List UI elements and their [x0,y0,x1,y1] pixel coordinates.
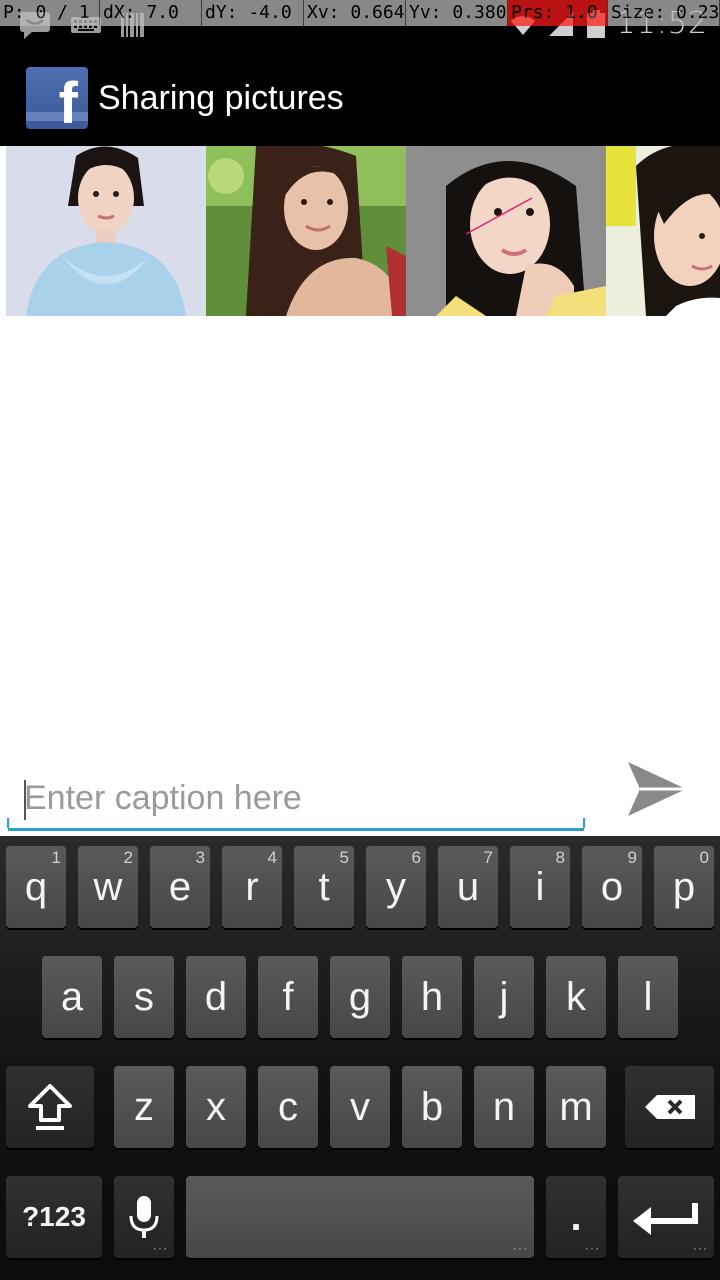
key-q[interactable]: q 1 [6,846,66,928]
key-d[interactable]: d [186,956,246,1038]
enter-key[interactable]: ··· [618,1176,714,1258]
key-y[interactable]: y 6 [366,846,426,928]
key-hint: 4 [267,848,277,867]
key-r[interactable]: r 4 [222,846,282,928]
key-hint: 5 [339,848,349,867]
key-hint: 9 [627,848,637,867]
debug-xv: Xv: 0.664 [304,0,406,26]
key-e[interactable]: e 3 [150,846,210,928]
photo-2[interactable] [206,146,406,316]
key-k[interactable]: k [546,956,606,1038]
key-o[interactable]: o 9 [582,846,642,928]
debug-dy: dY: -4.0 [202,0,304,26]
key-h[interactable]: h [402,956,462,1038]
key-c[interactable]: c [258,1066,318,1148]
key-hint: 0 [699,848,709,867]
key-hint: 3 [195,848,205,867]
key-t[interactable]: t 5 [294,846,354,928]
key-v[interactable]: v [330,1066,390,1148]
voice-input-key[interactable]: ··· [114,1176,174,1258]
screen: 11:52 P: 0 / 1 dX: 7.0 dY: -4.0 Xv: 0.66… [0,0,720,1280]
key-label: q [24,864,48,909]
facebook-logo-letter: f [58,71,78,130]
key-z[interactable]: z [114,1066,174,1148]
send-icon[interactable] [624,756,690,822]
text-cursor [24,780,26,820]
more-options-dots: ··· [513,1241,528,1255]
debug-pressure: Prs: 1.0 [508,0,608,26]
key-n[interactable]: n [474,1066,534,1148]
key-u[interactable]: u 7 [438,846,498,928]
key-i[interactable]: i 8 [510,846,570,928]
microphone-icon [129,1196,159,1238]
key-l[interactable]: l [618,956,678,1038]
more-options-dots: ··· [693,1241,708,1255]
key-b[interactable]: b [402,1066,462,1148]
key-a[interactable]: a [42,956,102,1038]
debug-yv: Yv: 0.380 [406,0,508,26]
key-hint: 6 [411,848,421,867]
facebook-logo-icon[interactable]: f [26,67,88,129]
photo-3[interactable] [406,146,606,316]
debug-dx: dX: 7.0 [100,0,202,26]
symbols-key[interactable]: ?123 [6,1176,102,1258]
key-label: w [93,864,123,909]
debug-size: Size: 0.23 [608,0,720,26]
enter-icon [633,1203,698,1235]
key-hint: 7 [483,848,493,867]
key-p[interactable]: p 0 [654,846,714,928]
shift-key[interactable] [6,1066,94,1148]
key-label: . [570,1194,582,1239]
shift-icon [28,1084,72,1130]
key-g[interactable]: g [330,956,390,1038]
key-s[interactable]: s [114,956,174,1038]
photo-strip[interactable] [6,146,720,316]
key-label: t [318,864,330,909]
key-label: p [672,864,696,909]
debug-pointer-count: P: 0 / 1 [0,0,100,26]
more-options-dots: ··· [585,1241,600,1255]
backspace-key[interactable] [625,1066,714,1148]
key-hint: 2 [123,848,133,867]
key-x[interactable]: x [186,1066,246,1148]
key-f[interactable]: f [258,956,318,1038]
caption-field-container [7,770,585,831]
key-label: e [168,864,192,909]
photo-4[interactable] [606,146,720,316]
period-key[interactable]: . ··· [546,1176,606,1258]
soft-keyboard: q 1 w 2 e 3 r 4 t 5 y 6 u 7 i 8 o 9 p 0 … [0,836,720,1280]
key-hint: 8 [555,848,565,867]
key-label: o [600,864,624,909]
key-label: i [535,864,545,909]
key-label: r [245,864,259,909]
more-options-dots: ··· [153,1241,168,1255]
key-j[interactable]: j [474,956,534,1038]
caption-input[interactable] [24,776,576,820]
key-hint: 1 [51,848,61,867]
spacebar-key[interactable]: ··· [186,1176,534,1258]
key-m[interactable]: m [546,1066,606,1148]
key-label: u [456,864,480,909]
photo-1[interactable] [6,146,206,316]
key-label: y [386,864,406,909]
key-w[interactable]: w 2 [78,846,138,928]
action-bar: f Sharing pictures [0,50,720,146]
pointer-debug-overlay: P: 0 / 1 dX: 7.0 dY: -4.0 Xv: 0.664 Yv: … [0,0,720,26]
backspace-icon [644,1095,695,1119]
app-title: Sharing pictures [98,78,344,117]
